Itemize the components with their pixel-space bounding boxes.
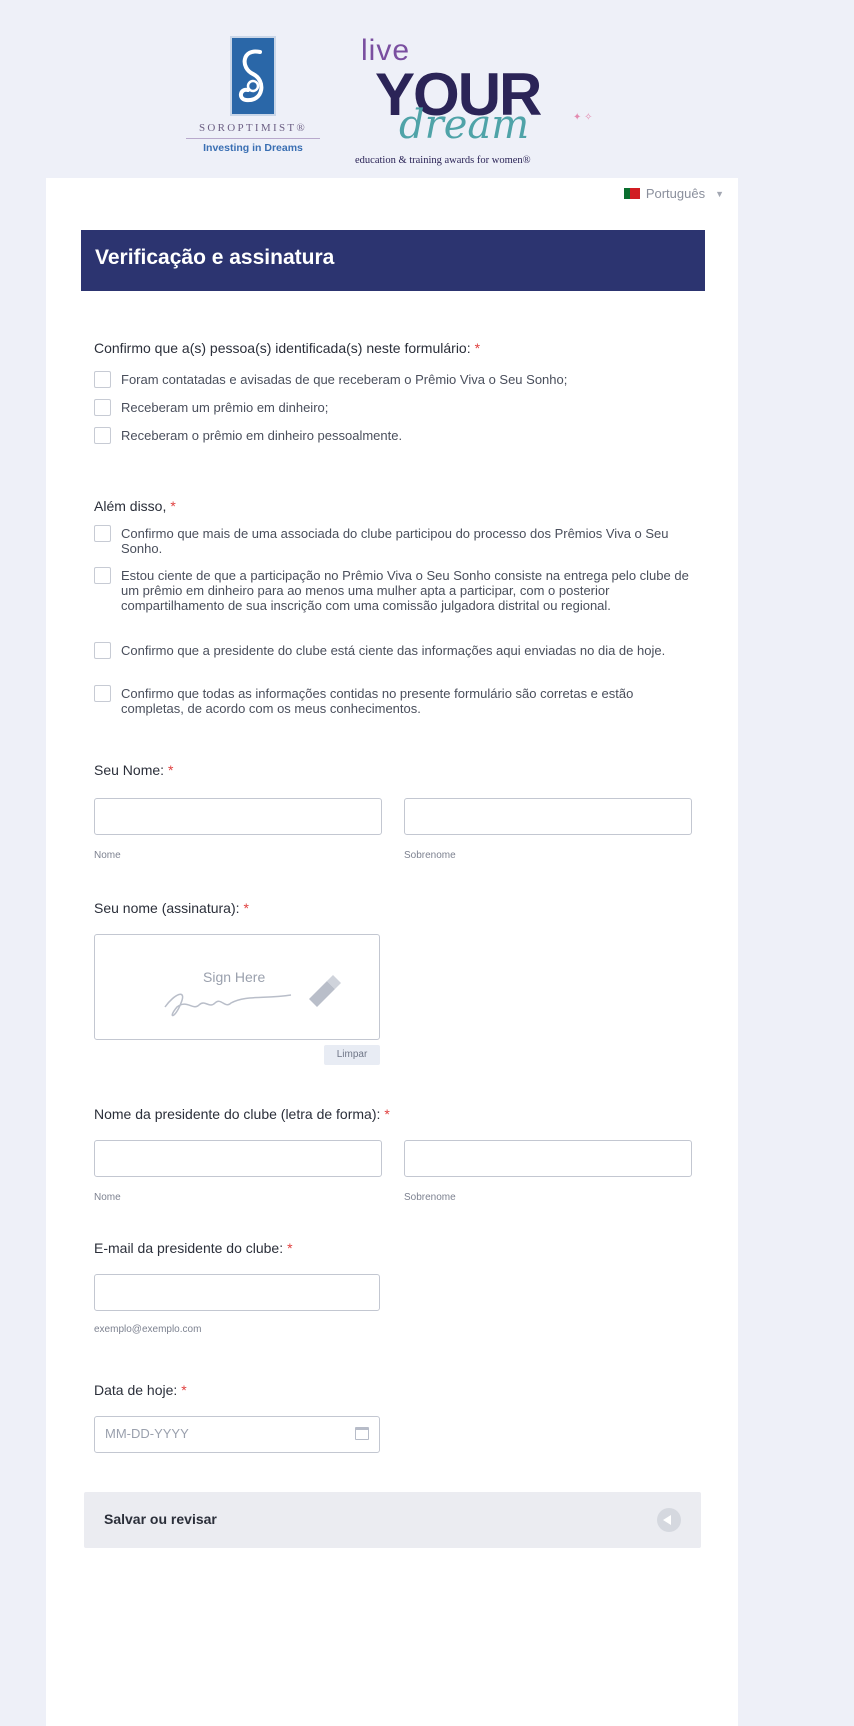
checkbox-label: Receberam o prêmio em dinheiro pessoalme… xyxy=(121,428,403,443)
checkbox[interactable] xyxy=(94,642,111,659)
president-email-input[interactable] xyxy=(94,1274,380,1311)
soroptimist-wordmark: SOROPTIMIST® xyxy=(198,122,308,134)
signature-question: Seu nome (assinatura): * xyxy=(94,900,249,916)
checkbox-option[interactable]: Confirmo que a presidente do clube está … xyxy=(94,642,692,659)
portugal-flag-icon xyxy=(623,188,640,199)
language-selector[interactable]: Português ▼ xyxy=(623,186,724,201)
soroptimist-emblem-icon xyxy=(230,36,276,116)
last-name-input[interactable] xyxy=(404,798,692,835)
checkbox-label: Receberam um prêmio em dinheiro; xyxy=(121,400,329,415)
required-mark: * xyxy=(168,762,174,778)
logo-divider xyxy=(186,138,320,139)
required-mark: * xyxy=(170,498,176,514)
checkbox-option[interactable]: Receberam o prêmio em dinheiro pessoalme… xyxy=(94,427,692,444)
calendar-icon[interactable] xyxy=(355,1427,369,1440)
date-placeholder: MM-DD-YYYY xyxy=(105,1426,189,1441)
soroptimist-tagline: Investing in Dreams xyxy=(203,142,303,154)
save-or-review-button[interactable]: Salvar ou revisar xyxy=(104,1511,217,1527)
date-label: Data de hoje: xyxy=(94,1382,178,1398)
chevron-down-icon: ▼ xyxy=(715,188,724,199)
stars-icon: ✦ ✧ xyxy=(573,112,593,123)
header-logos: SOROPTIMIST® Investing in Dreams live YO… xyxy=(0,0,854,178)
checkbox-option[interactable]: Confirmo que todas as informações contid… xyxy=(94,685,692,716)
first-name-input[interactable] xyxy=(94,798,382,835)
language-label: Português xyxy=(645,186,706,201)
required-mark: * xyxy=(384,1106,390,1122)
required-mark: * xyxy=(243,900,249,916)
your-name-label: Seu Nome: xyxy=(94,762,165,778)
checkbox-label: Confirmo que a presidente do clube está … xyxy=(121,643,666,658)
checkbox[interactable] xyxy=(94,399,111,416)
president-name-question: Nome da presidente do clube (letra de fo… xyxy=(94,1106,390,1122)
signature-pad[interactable]: Sign Here xyxy=(94,934,380,1040)
checkbox-option[interactable]: Estou ciente de que a participação no Pr… xyxy=(94,567,692,613)
form-card: Português ▼ Verificação e assinatura Con… xyxy=(46,178,738,1726)
required-mark: * xyxy=(287,1240,293,1256)
president-first-name-input[interactable] xyxy=(94,1140,382,1177)
lyd-dream-text: dream xyxy=(399,102,530,148)
sign-here-placeholder: Sign Here xyxy=(203,969,266,985)
live-your-dream-logo: live YOUR dream ✦ ✧ education & training… xyxy=(355,34,615,174)
your-name-question: Seu Nome: * xyxy=(94,762,174,778)
checkbox-option[interactable]: Foram contatadas e avisadas de que receb… xyxy=(94,371,692,388)
clear-signature-button[interactable]: Limpar xyxy=(324,1045,380,1065)
checkbox-option[interactable]: Receberam um prêmio em dinheiro; xyxy=(94,399,692,416)
required-mark: * xyxy=(474,340,481,356)
checkbox[interactable] xyxy=(94,567,111,584)
checkbox-option[interactable]: Confirmo que mais de uma associada do cl… xyxy=(94,525,692,556)
checkbox[interactable] xyxy=(94,427,111,444)
checkbox[interactable] xyxy=(94,371,111,388)
president-last-name-input[interactable] xyxy=(404,1140,692,1177)
first-name-sublabel: Nome xyxy=(94,850,121,861)
president-email-question: E-mail da presidente do clube: * xyxy=(94,1240,293,1256)
soroptimist-logo: SOROPTIMIST® Investing in Dreams xyxy=(186,36,320,176)
confirm-question-label: Confirmo que a(s) pessoa(s) identificada… xyxy=(94,340,471,356)
president-email-label: E-mail da presidente do clube: xyxy=(94,1240,284,1256)
president-last-name-sublabel: Sobrenome xyxy=(404,1192,456,1203)
last-name-sublabel: Sobrenome xyxy=(404,850,456,861)
section-header: Verificação e assinatura xyxy=(81,230,705,291)
required-mark: * xyxy=(181,1382,187,1398)
confirm-question: Confirmo que a(s) pessoa(s) identificada… xyxy=(94,340,480,356)
date-question: Data de hoje: * xyxy=(94,1382,187,1398)
save-review-bar[interactable]: Salvar ou revisar xyxy=(84,1492,701,1548)
signature-scribble-icon xyxy=(164,975,341,1017)
checkbox[interactable] xyxy=(94,525,111,542)
checkbox-label: Confirmo que mais de uma associada do cl… xyxy=(121,526,669,556)
signature-label: Seu nome (assinatura): xyxy=(94,900,240,916)
president-email-sublabel: exemplo@exemplo.com xyxy=(94,1324,202,1335)
next-arrow-icon[interactable] xyxy=(657,1508,681,1532)
checkbox-label: Estou ciente de que a participação no Pr… xyxy=(121,568,689,613)
checkbox[interactable] xyxy=(94,685,111,702)
president-first-name-sublabel: Nome xyxy=(94,1192,121,1203)
checkbox-label: Foram contatadas e avisadas de que receb… xyxy=(121,372,568,387)
lyd-tagline: education & training awards for women® xyxy=(355,155,531,166)
also-question: Além disso, * xyxy=(94,498,176,514)
page-title: Verificação e assinatura xyxy=(95,246,335,269)
also-question-label: Além disso, xyxy=(94,498,167,514)
date-input[interactable]: MM-DD-YYYY xyxy=(94,1416,380,1453)
president-name-label: Nome da presidente do clube (letra de fo… xyxy=(94,1106,381,1122)
checkbox-label: Confirmo que todas as informações contid… xyxy=(121,686,634,716)
